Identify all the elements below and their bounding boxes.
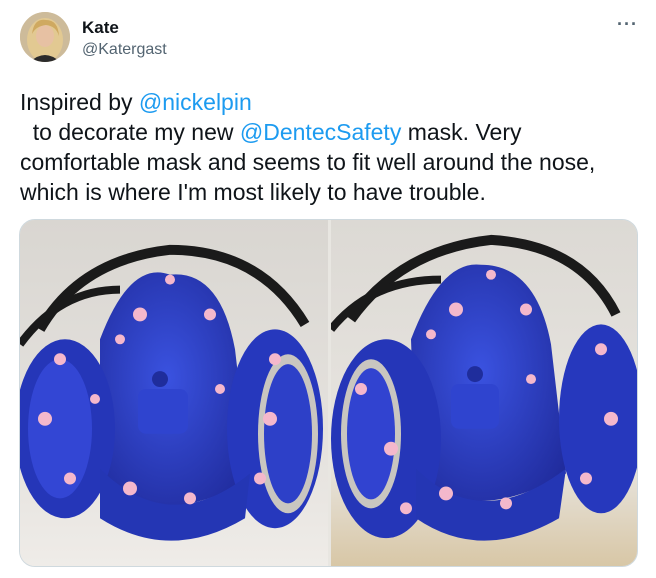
profile-photo-icon — [20, 12, 70, 62]
mention-link-nickelpin[interactable]: @nickelpin — [139, 89, 252, 115]
more-icon[interactable]: ··· — [617, 14, 638, 35]
tweet-text-part: Inspired by — [20, 89, 139, 115]
tweet-text: Inspired by @nickelpin to decorate my ne… — [20, 87, 630, 207]
mention-link-dentecsafety[interactable]: @DentecSafety — [240, 119, 401, 145]
photo-mask-angle[interactable] — [331, 220, 637, 566]
respirator-mask-image — [20, 220, 328, 566]
user-handle[interactable]: @Katergast — [82, 41, 167, 59]
respirator-mask-image — [331, 220, 637, 566]
photo-mask-front[interactable] — [20, 220, 328, 566]
media-gallery — [19, 219, 638, 567]
tweet-text-part: to decorate my new — [20, 119, 240, 145]
user-name[interactable]: Kate — [82, 18, 119, 38]
avatar[interactable] — [20, 12, 70, 62]
tweet-card: Kate @Katergast ··· Inspired by @nickelp… — [0, 0, 656, 578]
